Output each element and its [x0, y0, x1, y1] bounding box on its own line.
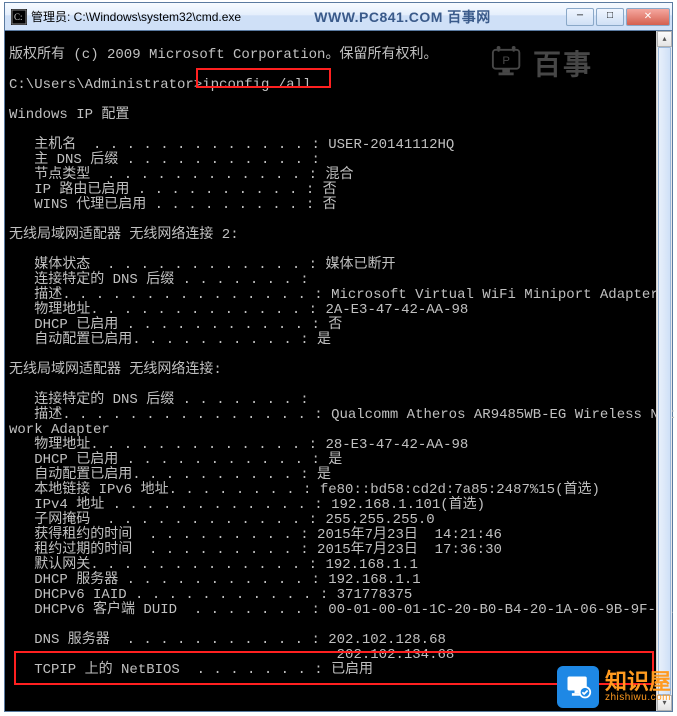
primary-dns-suffix-row: 主 DNS 后缀 . . . . . . . . . . . : — [9, 152, 320, 168]
a1-auto-row: 自动配置已启用. . . . . . . . . . : 是 — [9, 332, 331, 348]
a2-linklocal6-row: 本地链接 IPv6 地址. . . . . . . . : fe80::bd58… — [9, 482, 600, 498]
a1-media-row: 媒体状态 . . . . . . . . . . . . : 媒体已断开 — [9, 257, 395, 273]
a2-dhcp-row: DHCP 已启用 . . . . . . . . . . . : 是 — [9, 452, 342, 468]
watermark-url: WWW.PC841.COM 百事网 — [241, 7, 564, 27]
scroll-down-button[interactable]: ▾ — [657, 695, 672, 711]
window-title: 管理员: C:\Windows\system32\cmd.exe — [31, 8, 241, 25]
scroll-thumb[interactable] — [658, 47, 671, 695]
a1-desc-row: 描述. . . . . . . . . . . . . . . : Micros… — [9, 287, 659, 303]
titlebar[interactable]: C: 管理员: C:\Windows\system32\cmd.exe WWW.… — [5, 3, 672, 31]
a2-dns-row: DNS 服务器 . . . . . . . . . . . : 202.102.… — [9, 632, 446, 648]
scroll-up-button[interactable]: ▴ — [657, 31, 672, 47]
node-type-row: 节点类型 . . . . . . . . . . . . : 混合 — [9, 167, 353, 183]
a2-iaid-row: DHCPv6 IAID . . . . . . . . . . . : 3717… — [9, 587, 412, 603]
a2-auto-row: 自动配置已启用. . . . . . . . . . : 是 — [9, 467, 331, 483]
a2-ipv4-row: IPv4 地址 . . . . . . . . . . . . : 192.16… — [9, 497, 485, 513]
a1-dhcp-row: DHCP 已启用 . . . . . . . . . . . : 否 — [9, 317, 342, 333]
close-button[interactable]: ✕ — [626, 8, 670, 26]
scroll-track[interactable] — [657, 47, 672, 695]
svg-text:C:: C: — [14, 12, 23, 22]
adapter2-header: 无线局域网适配器 无线网络连接: — [9, 362, 222, 378]
window-buttons: ─ □ ✕ — [564, 8, 670, 26]
a2-expire-row: 租约过期的时间 . . . . . . . . . : 2015年7月23日 1… — [9, 542, 502, 558]
minimize-button[interactable]: ─ — [566, 8, 594, 26]
a2-phys-row: 物理地址. . . . . . . . . . . . . : 28-E3-47… — [9, 437, 468, 453]
maximize-button[interactable]: □ — [596, 8, 624, 26]
a2-dhcpsrv-row: DHCP 服务器 . . . . . . . . . . . : 192.168… — [9, 572, 421, 588]
a2-desc-cont: work Adapter — [9, 422, 110, 438]
a2-desc-row: 描述. . . . . . . . . . . . . . . : Qualco… — [9, 407, 676, 423]
a2-dns-suffix-row: 连接特定的 DNS 后缀 . . . . . . . : — [9, 392, 309, 408]
adapter1-header: 无线局域网适配器 无线网络连接 2: — [9, 227, 239, 243]
ip-routing-row: IP 路由已启用 . . . . . . . . . . : 否 — [9, 182, 337, 198]
prompt: C:\Users\Administrator> — [9, 77, 202, 93]
a2-gateway-row: 默认网关. . . . . . . . . . . . . : 192.168.… — [9, 557, 418, 573]
cmd-icon: C: — [11, 9, 27, 25]
section-ipconfig: Windows IP 配置 — [9, 107, 129, 123]
a2-duid-row: DHCPv6 客户端 DUID . . . . . . . : 00-01-00… — [9, 602, 673, 618]
a1-dns-suffix-row: 连接特定的 DNS 后缀 . . . . . . . : — [9, 272, 309, 288]
vertical-scrollbar[interactable]: ▴ ▾ — [656, 31, 672, 711]
a2-netbios-row: TCPIP 上的 NetBIOS . . . . . . . : 已启用 — [9, 662, 373, 678]
host-row: 主机名 . . . . . . . . . . . . . : USER-201… — [9, 137, 454, 153]
copyright-line: 版权所有 (c) 2009 Microsoft Corporation。保留所有… — [9, 47, 437, 63]
typed-command: ipconfig /all — [202, 77, 311, 93]
a2-lease-row: 获得租约的时间 . . . . . . . . . : 2015年7月23日 1… — [9, 527, 502, 543]
a2-dns-row2: 202.102.134.68 — [9, 647, 454, 663]
cmd-window: C: 管理员: C:\Windows\system32\cmd.exe WWW.… — [4, 2, 673, 712]
a1-phys-row: 物理地址. . . . . . . . . . . . . : 2A-E3-47… — [9, 302, 468, 318]
terminal-output[interactable]: 版权所有 (c) 2009 Microsoft Corporation。保留所有… — [5, 31, 672, 711]
a2-mask-row: 子网掩码 . . . . . . . . . . . . : 255.255.2… — [9, 512, 435, 528]
wins-proxy-row: WINS 代理已启用 . . . . . . . . . : 否 — [9, 197, 337, 213]
